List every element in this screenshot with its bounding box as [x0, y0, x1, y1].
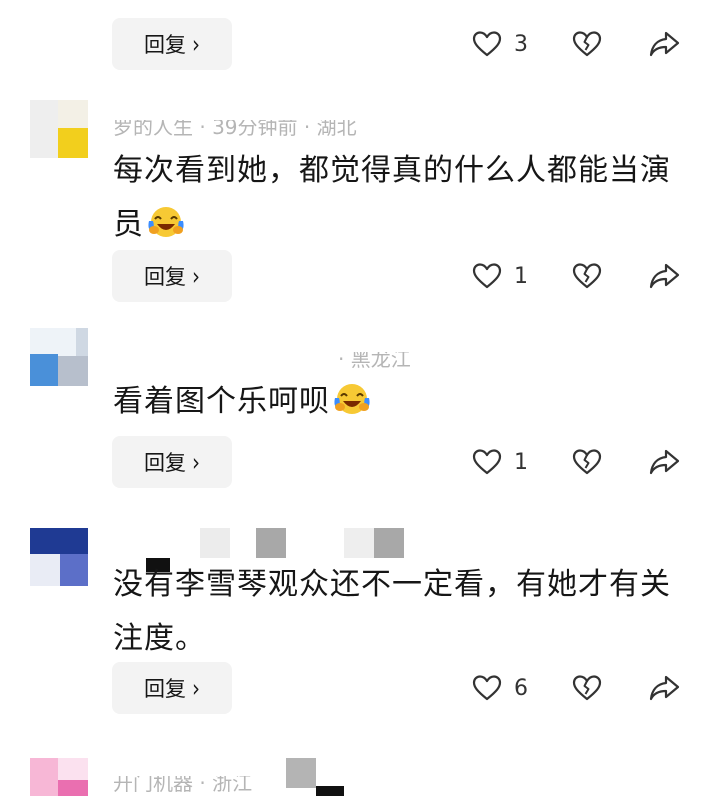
chevron-right-icon: › [192, 29, 200, 59]
share-button[interactable] [648, 250, 680, 302]
chevron-right-icon: › [192, 447, 200, 477]
broken-heart-icon [572, 263, 602, 289]
redaction-block [200, 528, 230, 558]
avatar[interactable] [30, 100, 88, 158]
reply-button[interactable]: 回复 › [112, 250, 232, 302]
laughing-crying-emoji [148, 207, 184, 237]
heart-icon [472, 31, 502, 57]
comment-meta: · 黑龙江 [338, 352, 411, 371]
redaction-block [316, 786, 344, 796]
comment-text: 每次看到她，都觉得真的什么人都能当演员 [113, 153, 671, 242]
chevron-right-icon: › [192, 673, 200, 703]
share-arrow-icon [649, 675, 680, 701]
like-count: 3 [514, 31, 528, 57]
like-button[interactable]: 6 [472, 662, 528, 714]
avatar[interactable] [30, 328, 88, 386]
like-button[interactable]: 1 [472, 250, 528, 302]
like-button[interactable]: 3 [472, 18, 528, 70]
like-button[interactable]: 1 [472, 436, 528, 488]
laughing-crying-emoji [334, 384, 370, 414]
chevron-right-icon: › [192, 261, 200, 291]
broken-heart-icon [572, 449, 602, 475]
share-arrow-icon [649, 449, 680, 475]
reply-button[interactable]: 回复 › [112, 662, 232, 714]
heart-icon [472, 263, 502, 289]
comment-meta: 开门机器 · 浙江 [113, 776, 253, 795]
dislike-button[interactable] [572, 18, 602, 70]
like-count: 1 [514, 449, 528, 475]
share-button[interactable] [648, 436, 680, 488]
redaction-block [374, 528, 404, 558]
share-button[interactable] [648, 662, 680, 714]
heart-icon [472, 449, 502, 475]
like-count: 1 [514, 263, 528, 289]
dislike-button[interactable] [572, 662, 602, 714]
reply-button[interactable]: 回复 › [112, 436, 232, 488]
redaction-block [256, 528, 286, 558]
share-button[interactable] [648, 18, 680, 70]
dislike-button[interactable] [572, 250, 602, 302]
reply-button[interactable]: 回复 › [112, 18, 232, 70]
comment-text: 没有李雪琴观众还不一定看，有她才有关注度。 [113, 567, 671, 656]
comment-meta: 罗的人生 · 39分钟前 · 湖北 [113, 120, 357, 139]
broken-heart-icon [572, 31, 602, 57]
comment-text: 看着图个乐呵呗 [113, 375, 673, 429]
broken-heart-icon [572, 675, 602, 701]
avatar[interactable] [30, 758, 88, 796]
like-count: 6 [514, 675, 528, 701]
heart-icon [472, 675, 502, 701]
redaction-block [286, 758, 316, 788]
avatar[interactable] [30, 528, 88, 586]
share-arrow-icon [649, 263, 680, 289]
redaction-block [344, 528, 374, 558]
dislike-button[interactable] [572, 436, 602, 488]
share-arrow-icon [649, 31, 680, 57]
